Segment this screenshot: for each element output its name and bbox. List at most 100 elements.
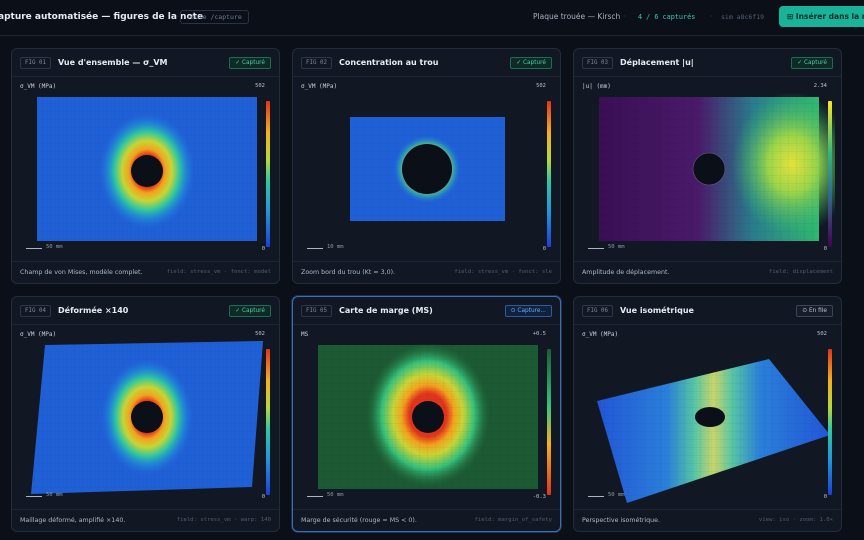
field-label: σ_VM (MPa) [301, 83, 338, 90]
figure-preview[interactable]: σ_VM (MPa) 502 0 50 mm [18, 327, 273, 509]
figure-title: Concentration au trou [339, 58, 439, 67]
margin-map-plot [318, 343, 538, 489]
card-footer: Perspective isométrique. view: iso · zoo… [574, 509, 841, 531]
card-header: FIG 02 Concentration au trou ✓ Capturé [293, 49, 560, 77]
colorbar [547, 101, 551, 247]
hole [695, 407, 725, 427]
figure-tag: FIG 01 [20, 57, 51, 69]
hole-zoom-plot [350, 117, 505, 221]
figure-caption: Zoom bord du trou (Kt ≈ 3,0). [301, 269, 396, 276]
page-title: apture automatisée — figures de la note [0, 12, 204, 22]
card-footer: Amplitude de déplacement. field: displac… [574, 261, 841, 283]
scale-label: 50 mm [608, 492, 625, 498]
scale-bar [26, 248, 42, 249]
figure-tag: FIG 05 [301, 305, 332, 317]
figure-meta: view: iso · zoom: 1.0× [758, 517, 833, 523]
scale-label: 50 mm [608, 244, 625, 250]
status-badge: ⊙ Capture... [504, 305, 552, 317]
scale-bar [26, 496, 42, 497]
scale-label: 10 mm [327, 244, 344, 250]
colorbar [266, 101, 270, 247]
isometric-plot [597, 359, 830, 503]
scale-bar [588, 248, 604, 249]
figure-title: Déformée ×140 [58, 306, 129, 315]
figure-meta: field: displacement [769, 269, 833, 275]
scale-label: 50 mm [327, 492, 344, 498]
figure-preview[interactable]: σ_VM (MPa) 502 0 50 mm [18, 79, 273, 261]
colorbar-max: 502 [255, 83, 265, 89]
card-footer: Maillage déformé, amplifié ×140. field: … [12, 509, 279, 531]
figure-card-03[interactable]: FIG 03 Déplacement |u| ✓ Capturé |u| (mm… [573, 48, 842, 284]
colorbar [547, 349, 551, 495]
figure-preview[interactable]: σ_VM (MPa) 502 0 10 mm [299, 79, 554, 261]
status-badge: ✓ Capturé [510, 57, 552, 69]
hole [412, 401, 444, 433]
figure-title: Vue isométrique [620, 306, 694, 315]
figure-meta: field: stress_vm · fonct: sle [454, 269, 552, 275]
colorbar-max: 502 [255, 331, 265, 337]
figure-card-05[interactable]: FIG 05 Carte de marge (MS) ⊙ Capture... … [292, 296, 561, 532]
displacement-plot [599, 92, 835, 241]
figure-title: Carte de marge (MS) [339, 306, 433, 315]
card-footer: Zoom bord du trou (Kt ≈ 3,0). field: str… [293, 261, 560, 283]
card-footer: Marge de sécurité (rouge = MS < 0). fiel… [293, 509, 560, 531]
figure-card-04[interactable]: FIG 04 Déformée ×140 ✓ Capturé σ_VM (MPa… [11, 296, 280, 532]
card-header: FIG 04 Déformée ×140 ✓ Capturé [12, 297, 279, 325]
field-label: |u| (mm) [582, 83, 611, 90]
colorbar-max: 502 [817, 331, 827, 337]
colorbar-min: 0 [542, 246, 546, 252]
colorbar-min: 0 [823, 494, 827, 500]
simulation-id: sim a8c6f19 [721, 13, 765, 21]
deformed-mesh-plot [31, 341, 263, 494]
figure-card-01[interactable]: FIG 01 Vue d'ensemble — σ_VM ✓ Capturé σ… [11, 48, 280, 284]
colorbar-min: 0 [261, 246, 265, 252]
figure-preview[interactable]: MS +0.5 -0.3 50 mm [299, 327, 554, 509]
figure-card-06[interactable]: FIG 06 Vue isométrique ⊙ En file σ_VM (M… [573, 296, 842, 532]
colorbar-min: 0 [261, 494, 265, 500]
figure-preview[interactable]: σ_VM (MPa) 502 0 50 mm [580, 327, 835, 509]
status-badge: ⊙ En file [796, 305, 833, 317]
colorbar [266, 349, 270, 495]
colorbar-min: -0.3 [532, 494, 546, 500]
scale-bar [307, 496, 323, 497]
capture-progress: 4 / 6 capturés [638, 13, 696, 21]
field-label: σ_VM (MPa) [582, 331, 619, 338]
scale-bar [307, 248, 323, 249]
figure-tag: FIG 02 [301, 57, 332, 69]
figure-title: Déplacement |u| [620, 58, 694, 67]
top-bar: apture automatisée — figures de la note … [0, 0, 864, 36]
figure-caption: Champ de von Mises, modèle complet. [20, 269, 143, 276]
hole [402, 144, 452, 194]
card-header: FIG 03 Déplacement |u| ✓ Capturé [574, 49, 841, 77]
colorbar-min: 0 [823, 246, 827, 252]
status-badge: ✓ Capturé [791, 57, 833, 69]
figure-tag: FIG 06 [582, 305, 613, 317]
figure-meta: field: stress_vm · warp: 140 [176, 517, 271, 523]
hole [692, 152, 726, 186]
scale-bar [588, 496, 604, 497]
colorbar-max: 2.34 [813, 83, 827, 89]
figure-meta: field: margin_of_safety [474, 517, 552, 523]
field-label: MS [301, 331, 309, 338]
figure-card-02[interactable]: FIG 02 Concentration au trou ✓ Capturé σ… [292, 48, 561, 284]
figure-preview[interactable]: |u| (mm) 2.34 0 50 mm [580, 79, 835, 261]
field-label: σ_VM (MPa) [20, 83, 57, 90]
figure-title: Vue d'ensemble — σ_VM [58, 58, 168, 67]
status-badge: ✓ Capturé [229, 57, 271, 69]
insert-into-note-button[interactable]: ⊞ Insérer dans la no [779, 6, 864, 27]
card-header: FIG 05 Carte de marge (MS) ⊙ Capture... [293, 297, 560, 325]
colorbar-max: 502 [536, 83, 546, 89]
figure-caption: Maillage déformé, amplifié ×140. [20, 517, 126, 524]
figure-tag: FIG 03 [582, 57, 613, 69]
hole [131, 155, 163, 187]
figure-caption: Perspective isométrique. [582, 517, 661, 524]
colorbar [828, 101, 832, 247]
separator-dot: · [710, 12, 713, 21]
figure-caption: Marge de sécurité (rouge = MS < 0). [301, 517, 417, 524]
card-header: FIG 06 Vue isométrique ⊙ En file [574, 297, 841, 325]
document-name: Plaque trouée — Kirsch [533, 12, 621, 21]
colorbar-max: +0.5 [532, 331, 546, 337]
field-label: σ_VM (MPa) [20, 331, 57, 338]
von-mises-plot [37, 97, 257, 241]
route-tag: route /capture [180, 10, 249, 24]
